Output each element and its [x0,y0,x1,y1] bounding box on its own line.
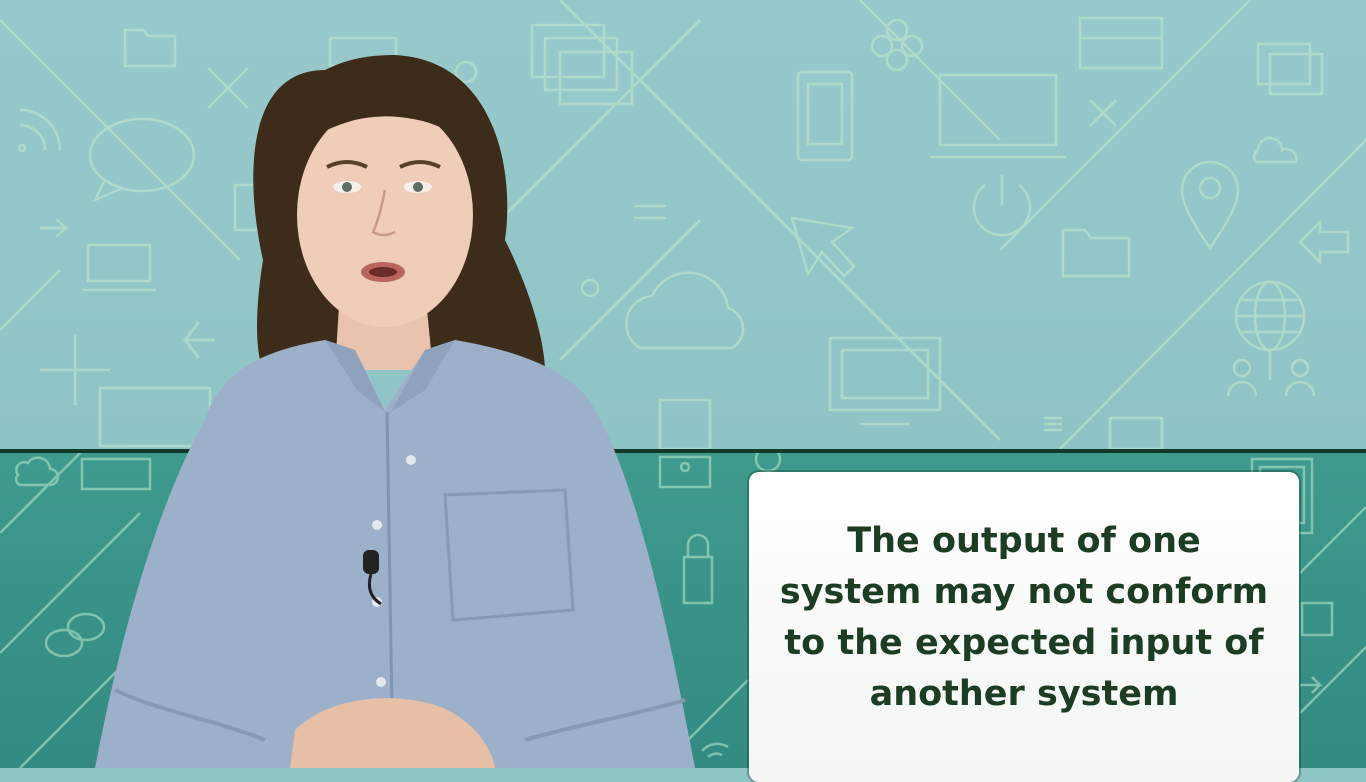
presenter-face [297,103,473,327]
presenter-figure [95,55,695,768]
globe-icon [1234,280,1306,352]
wifi-icon [17,108,62,153]
monitor-icon [828,336,942,426]
users-icon [1226,350,1316,397]
tablet-icon [796,70,854,162]
caption-card: The output of one system may not conform… [749,472,1299,782]
arrow-right-icon [40,218,70,238]
location-pin-icon [1180,160,1240,251]
monitor-icon [930,73,1066,159]
users-icon [870,18,924,72]
caption-text: The output of one system may not conform… [779,521,1269,714]
arrow-left-icon [1298,218,1350,266]
arrow-right-icon [1300,676,1324,694]
folder-icon [1061,228,1131,278]
power-icon [972,175,1032,237]
cursor-arrow-icon [790,216,856,278]
